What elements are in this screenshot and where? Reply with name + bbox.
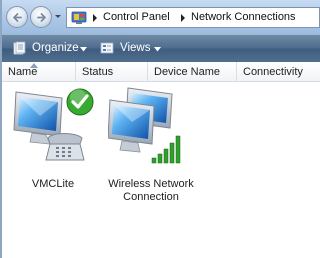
column-header-device-name[interactable]: Device Name — [148, 62, 237, 81]
organize-label: Organize — [32, 42, 79, 54]
command-toolbar: Organize Views — [2, 34, 320, 62]
connections-list: VMCLite Wireless Network Connection — [2, 82, 320, 258]
network-connection-icon — [108, 87, 181, 164]
column-headers: Name Status Device Name Connectivity — [2, 62, 320, 82]
chevron-down-icon — [154, 47, 161, 52]
forward-button[interactable] — [30, 6, 52, 28]
organize-menu-button[interactable]: Organize — [10, 35, 92, 62]
navigation-bar: Control Panel Network Connections — [2, 0, 320, 34]
check-icon — [66, 88, 94, 116]
network-connection-icon — [13, 88, 94, 161]
control-panel-icon — [71, 11, 87, 24]
column-header-name[interactable]: Name — [2, 62, 76, 81]
breadcrumb-control-panel[interactable]: Control Panel — [103, 11, 170, 23]
breadcrumb-separator-icon[interactable] — [92, 14, 98, 22]
breadcrumb-network-connections[interactable]: Network Connections — [191, 11, 296, 23]
breadcrumb-separator-icon[interactable] — [180, 14, 186, 22]
back-arrow-icon — [13, 13, 22, 22]
views-menu-button[interactable]: Views — [98, 35, 168, 62]
explorer-window: Control Panel Network Connections Organi… — [0, 0, 320, 258]
address-bar[interactable]: Control Panel Network Connections — [66, 7, 320, 28]
column-header-connectivity[interactable]: Connectivity — [237, 62, 320, 81]
back-button[interactable] — [6, 6, 28, 28]
signal-bars-icon — [151, 135, 181, 164]
column-header-label: Device Name — [154, 66, 221, 78]
connection-item-wireless-network-connection[interactable]: Wireless Network Connection — [102, 86, 200, 206]
recent-pages-dropdown-icon[interactable] — [54, 12, 62, 22]
column-header-label: Status — [82, 66, 114, 78]
column-header-label: Connectivity — [243, 66, 303, 78]
views-label: Views — [120, 42, 151, 54]
organize-icon — [13, 41, 26, 55]
views-icon — [100, 42, 114, 54]
forward-arrow-icon — [37, 13, 46, 22]
connection-item-vmclite[interactable]: VMCLite — [8, 86, 98, 206]
chevron-down-icon — [80, 47, 87, 52]
connection-label: VMCLite — [31, 178, 75, 190]
column-header-label: Name — [8, 66, 38, 78]
column-header-status[interactable]: Status — [76, 62, 148, 81]
connection-label: Wireless Network Connection — [108, 178, 194, 203]
